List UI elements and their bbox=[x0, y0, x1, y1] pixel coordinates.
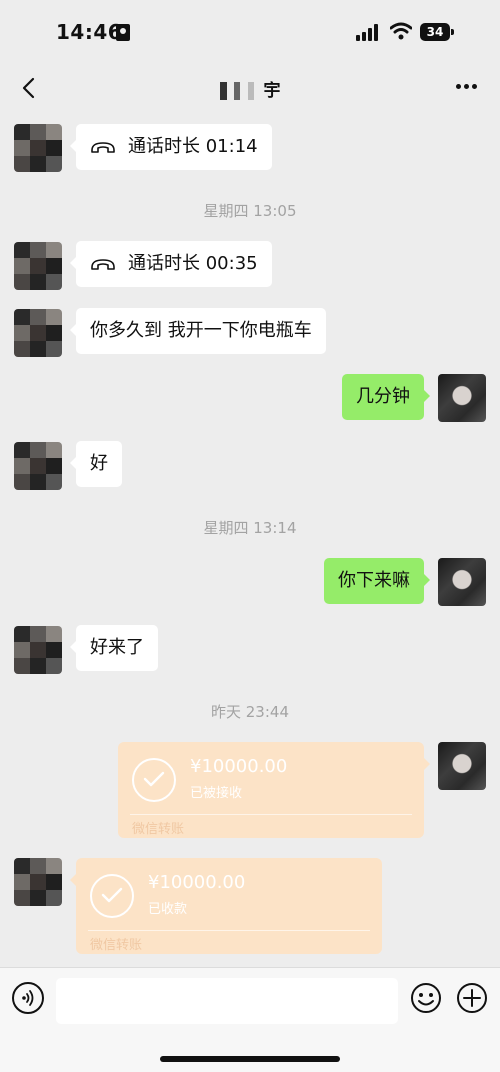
transfer-card-received[interactable]: ¥10000.00 已收款 微信转账 bbox=[70, 858, 382, 954]
message-timestamp: 星期四 13:05 bbox=[203, 202, 297, 220]
more-options-icon[interactable] bbox=[456, 84, 478, 90]
transfer-footer: 微信转账 bbox=[90, 938, 143, 953]
self-avatar[interactable] bbox=[438, 558, 486, 606]
voice-input-icon[interactable] bbox=[12, 982, 44, 1014]
transfer-footer: 微信转账 bbox=[132, 822, 185, 837]
status-time: 14:46 bbox=[56, 20, 123, 44]
home-indicator bbox=[160, 1056, 340, 1062]
message-list[interactable]: 通话时长 01:14 星期四 13:05 通话时长 00:35 你多久到 我开一… bbox=[0, 112, 500, 967]
status-bar: 14:46 34 bbox=[0, 0, 500, 64]
message-bubble-received[interactable]: 你多久到 我开一下你电瓶车 bbox=[70, 308, 326, 354]
transfer-amount: ¥10000.00 bbox=[190, 756, 288, 777]
plus-icon[interactable] bbox=[456, 982, 488, 1014]
call-duration-text: 通话时长 00:35 bbox=[128, 253, 258, 274]
message-input[interactable] bbox=[56, 978, 398, 1024]
phone-hangup-icon bbox=[91, 259, 115, 270]
message-bubble-received[interactable]: 好来了 bbox=[70, 625, 158, 671]
call-record-bubble[interactable]: 通话时长 01:14 bbox=[70, 124, 272, 170]
self-avatar[interactable] bbox=[438, 742, 486, 790]
contact-avatar[interactable] bbox=[14, 626, 62, 674]
message-timestamp: 星期四 13:14 bbox=[203, 519, 297, 537]
message-bubble-sent[interactable]: 你下来嘛 bbox=[324, 558, 430, 604]
contact-avatar[interactable] bbox=[14, 309, 62, 357]
contact-avatar[interactable] bbox=[14, 124, 62, 172]
contact-avatar[interactable] bbox=[14, 858, 62, 906]
signal-icon bbox=[356, 24, 380, 41]
contact-card-icon bbox=[116, 24, 130, 41]
phone-hangup-icon bbox=[91, 142, 115, 153]
transfer-divider bbox=[88, 930, 370, 931]
chat-title-text: 宇 bbox=[263, 81, 281, 101]
battery-indicator: 34 bbox=[420, 23, 454, 41]
self-avatar[interactable] bbox=[438, 374, 486, 422]
message-timestamp: 昨天 23:44 bbox=[211, 703, 289, 721]
chat-header: 宇 bbox=[0, 64, 500, 112]
transfer-status: 已被接收 bbox=[190, 786, 243, 801]
redacted-name-mosaic bbox=[219, 82, 260, 100]
call-record-bubble[interactable]: 通话时长 00:35 bbox=[70, 241, 272, 287]
wifi-icon bbox=[390, 22, 412, 40]
transfer-status: 已收款 bbox=[148, 902, 188, 917]
emoji-icon[interactable] bbox=[410, 982, 442, 1014]
message-bubble-sent[interactable]: 几分钟 bbox=[342, 374, 430, 420]
chat-title: 宇 bbox=[0, 76, 500, 101]
transfer-amount: ¥10000.00 bbox=[148, 872, 246, 893]
call-duration-text: 通话时长 01:14 bbox=[128, 136, 258, 157]
checkmark-circle-icon bbox=[132, 758, 176, 802]
transfer-card-sent[interactable]: ¥10000.00 已被接收 微信转账 bbox=[118, 742, 430, 838]
transfer-divider bbox=[130, 814, 412, 815]
contact-avatar[interactable] bbox=[14, 442, 62, 490]
checkmark-circle-icon bbox=[90, 874, 134, 918]
message-bubble-received[interactable]: 好 bbox=[70, 441, 122, 487]
input-bar bbox=[0, 967, 500, 1072]
contact-avatar[interactable] bbox=[14, 242, 62, 290]
